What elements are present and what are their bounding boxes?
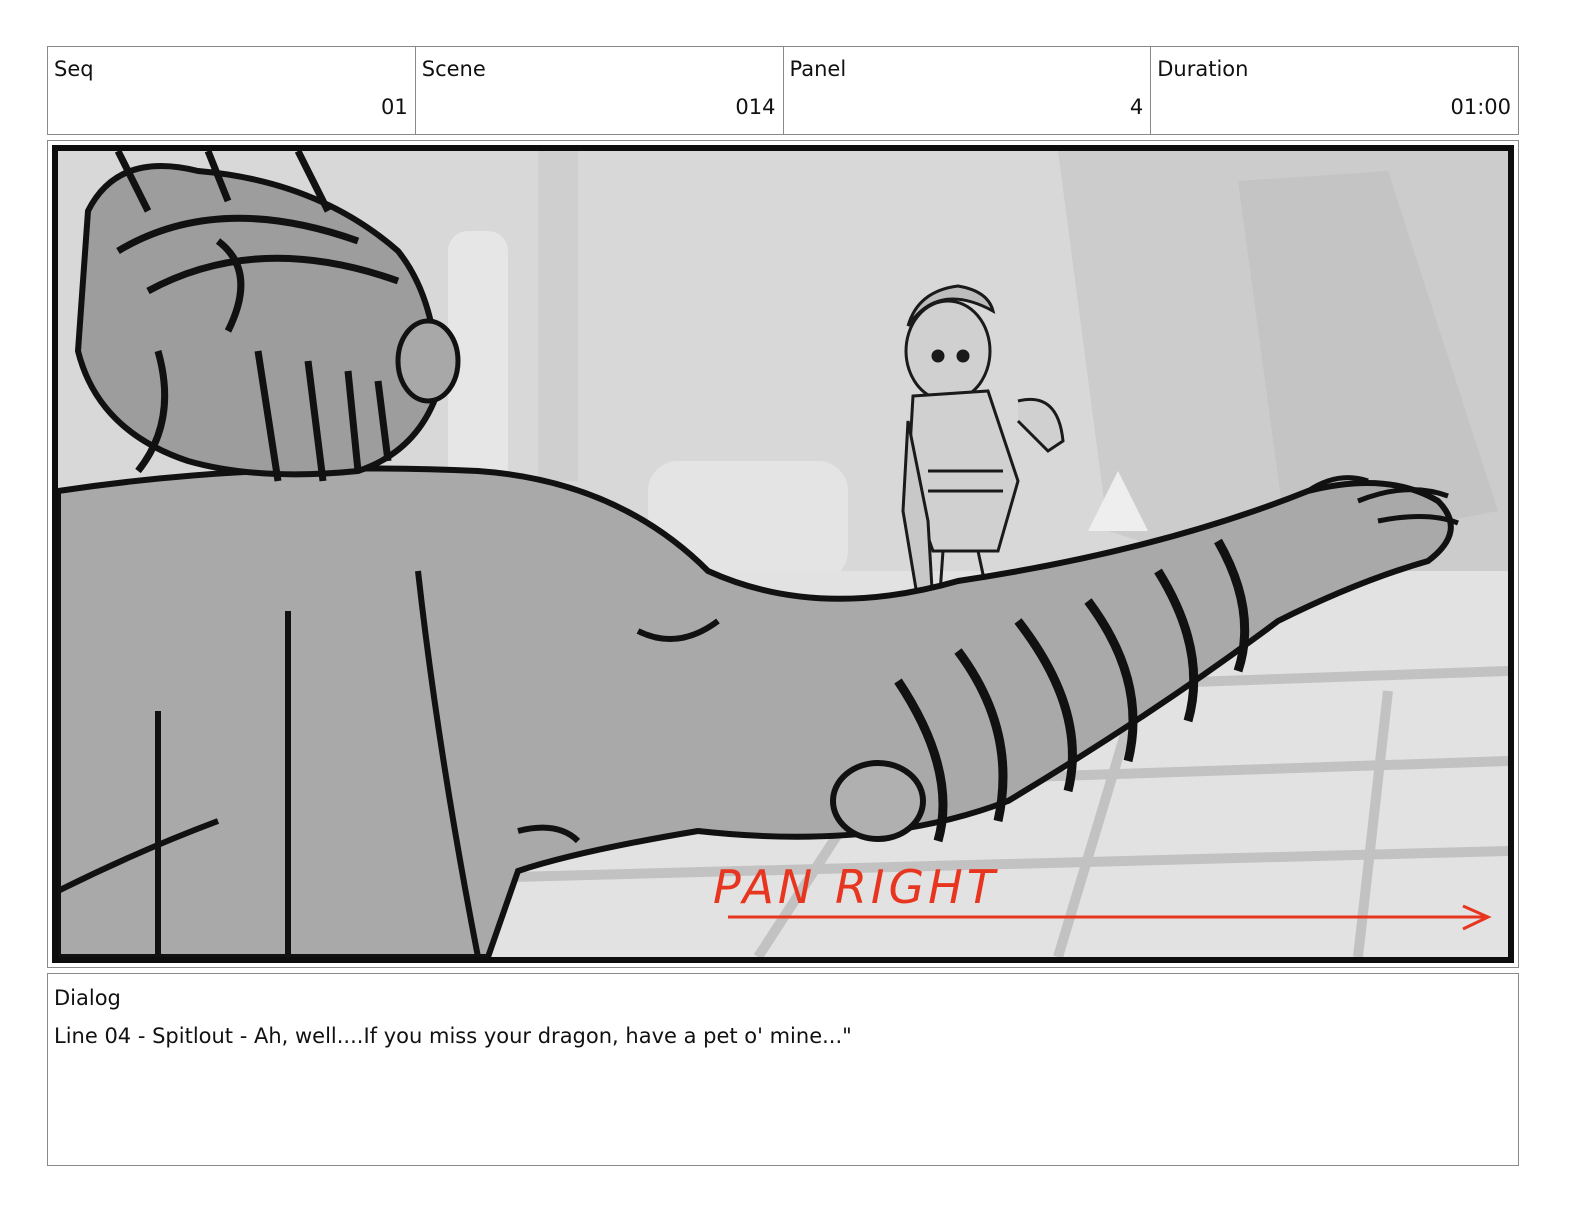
panel-info-header: Seq 01 Scene 014 Panel 4 Duration 01:00 [47,46,1519,135]
seq-cell: Seq 01 [48,47,416,134]
seq-value: 01 [381,95,408,119]
seq-label: Seq [54,57,94,81]
scene-cell: Scene 014 [416,47,784,134]
scene-value: 014 [735,95,776,119]
duration-label: Duration [1157,57,1249,81]
panel-cell: Panel 4 [784,47,1152,134]
dialog-label: Dialog [54,986,121,1010]
sketch-canvas: PAN RIGHT [58,151,1508,957]
panel-value: 4 [1129,95,1144,119]
dialog-text: Line 04 - Spitlout - Ah, well....If you … [54,1024,852,1048]
storyboard-drawing: PAN RIGHT [52,145,1514,963]
pan-right-annotation: PAN RIGHT [713,860,999,914]
duration-value: 01:00 [1450,95,1511,119]
panel-label: Panel [789,57,847,81]
dialog-box: Dialog Line 04 - Spitlout - Ah, well....… [47,973,1519,1166]
scene-label: Scene [421,57,486,81]
duration-cell: Duration 01:00 [1151,47,1518,134]
storyboard-panel: PAN RIGHT [47,140,1519,968]
